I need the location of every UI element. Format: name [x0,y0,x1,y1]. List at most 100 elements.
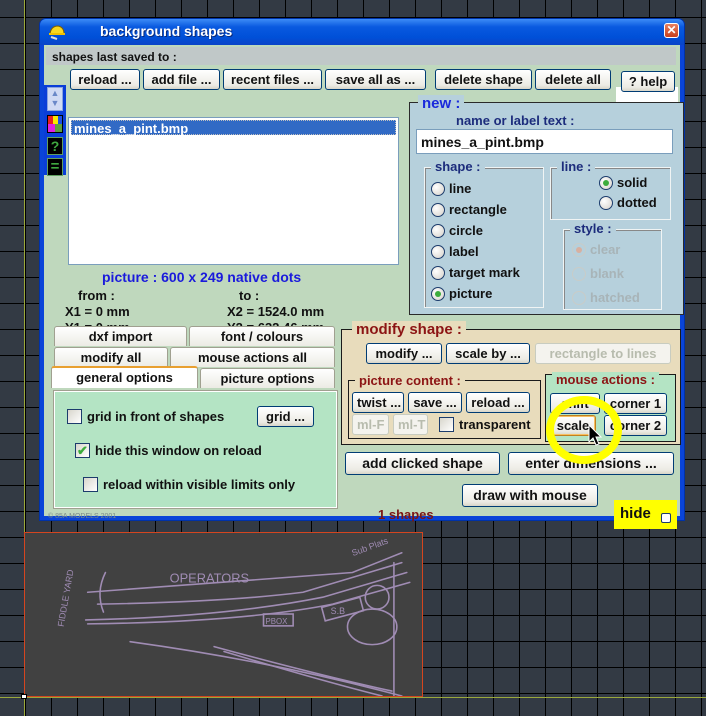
radio-hatched[interactable]: hatched [572,289,640,307]
fill-style-group: style : clear blank hatched [563,221,662,310]
tab-picture-options[interactable]: picture options [200,368,335,388]
radio-solid[interactable]: solid [599,174,647,192]
line-group-title: line : [557,159,596,174]
picture-corner-handle[interactable] [21,694,27,699]
scale-by-button[interactable]: scale by ... [446,343,530,364]
radio-label: hatched [590,290,640,305]
radio-button[interactable] [431,245,445,259]
name-input[interactable] [416,129,673,154]
saved-to-bar: shapes last saved to : [46,47,676,65]
radio-button[interactable] [431,266,445,280]
add-file-button[interactable]: add file ... [143,69,220,90]
radio-dotted[interactable]: dotted [599,194,657,212]
close-icon: ✕ [666,23,677,37]
twist-button[interactable]: twist ... [352,392,404,413]
name-label: name or label text : [456,113,575,128]
hide-toggle[interactable]: hide [614,500,677,529]
delete-shape-button[interactable]: delete shape [435,69,532,90]
radio-rectangle[interactable]: rectangle [431,201,507,219]
radio-label: blank [590,266,624,281]
close-button[interactable]: ✕ [664,23,679,38]
radio-label: circle [449,223,483,238]
ml-t-button[interactable]: ml-T [393,414,428,435]
chevron-up-icon[interactable]: ▲ [48,88,62,98]
radio-circle[interactable]: circle [431,222,483,240]
checkbox[interactable] [83,477,98,492]
click-highlight-ring [546,396,622,464]
tab-modify-all[interactable]: modify all [54,347,168,367]
grid-button[interactable]: grid ... [257,406,314,427]
grid-in-front-checkbox[interactable]: grid in front of shapes [67,408,224,426]
radio-button[interactable] [431,203,445,217]
radio-button[interactable] [431,182,445,196]
transparent-checkbox[interactable]: transparent [439,416,531,434]
radio-label: dotted [617,195,657,210]
radio-button[interactable] [572,267,586,281]
chevron-down-icon[interactable]: ▼ [48,98,62,108]
radio-button[interactable] [599,176,613,190]
save-picture-button[interactable]: save ... [408,392,462,413]
tab-font-colours[interactable]: font / colours [189,326,335,346]
window-title: background shapes [100,23,233,39]
radio-clear[interactable]: clear [572,241,620,259]
radio-button[interactable] [572,291,586,305]
background-picture-shape[interactable]: OPERATORS FIDDLE YARD VIEWING PBOX S.B S… [24,532,423,697]
colours-icon[interactable] [47,115,63,133]
radio-label: clear [590,242,621,257]
radio-label: target mark [449,265,520,280]
reload-button[interactable]: reload ... [70,69,140,90]
help-button[interactable]: ? help [621,71,675,92]
equals-icon[interactable]: = [47,158,63,176]
help-icon[interactable]: ? [47,137,63,155]
rectangle-to-lines-button[interactable]: rectangle to lines [535,343,671,364]
tab-mouse-actions-all[interactable]: mouse actions all [170,347,335,367]
hide-label: hide [620,505,651,522]
radio-button[interactable] [572,243,586,257]
checkbox[interactable] [439,417,454,432]
new-panel-title: new : [418,95,465,112]
reload-visible-limits-checkbox[interactable]: reload within visible limits only [83,476,295,494]
canvas-axis-horizontal [0,697,706,698]
shapes-count: 1 shapes [378,507,434,522]
radio-label: line [449,181,472,196]
radio-target-mark[interactable]: target mark [431,264,520,282]
recent-files-button[interactable]: recent files ... [223,69,322,90]
picture-label-sb: S.B [331,606,345,616]
save-all-as-button[interactable]: save all as ... [325,69,426,90]
hide-checkbox[interactable] [661,513,671,523]
scroll-spinner[interactable]: ▲ ▼ [47,87,63,111]
radio-button[interactable] [431,287,445,301]
add-clicked-shape-button[interactable]: add clicked shape [345,452,500,475]
tab-dxf-import[interactable]: dxf import [54,326,187,346]
saved-to-label: shapes last saved to : [52,50,177,64]
radio-label-shape[interactable]: label [431,243,479,261]
radio-blank[interactable]: blank [572,265,624,283]
modify-button[interactable]: modify ... [366,343,442,364]
reload-picture-button[interactable]: reload ... [466,392,530,413]
checkbox-label: transparent [459,417,531,432]
hide-on-reload-checkbox[interactable]: hide this window on reload [75,442,262,460]
picture-label-operators: OPERATORS [170,570,249,585]
picture-label-pbox: PBOX [265,617,288,626]
delete-all-button[interactable]: delete all [535,69,611,90]
title-bar[interactable]: background shapes ✕ [40,19,684,45]
radio-picture[interactable]: picture [431,285,492,303]
radio-label: picture [449,286,493,301]
modify-shape-title: modify shape : [352,321,466,338]
line-style-group: line : solid dotted [550,159,671,220]
radio-button[interactable] [599,196,613,210]
list-item[interactable]: mines_a_pint.bmp [71,120,396,136]
shape-type-group: shape : line rectangle circle label targ… [424,159,544,308]
checkbox[interactable] [75,442,90,460]
draw-with-mouse-button[interactable]: draw with mouse [462,484,598,507]
picture-content-group: picture content : twist ... save ... rel… [348,373,541,439]
ml-f-button[interactable]: ml-F [352,414,389,435]
radio-label: label [449,244,479,259]
radio-button[interactable] [431,224,445,238]
shapes-list[interactable]: mines_a_pint.bmp [68,117,399,265]
radio-line[interactable]: line [431,180,471,198]
new-shape-panel: new : name or label text : shape : line … [409,95,684,315]
mouse-actions-title: mouse actions : [552,372,659,387]
checkbox[interactable] [67,409,82,424]
tab-general-options[interactable]: general options [51,366,198,388]
